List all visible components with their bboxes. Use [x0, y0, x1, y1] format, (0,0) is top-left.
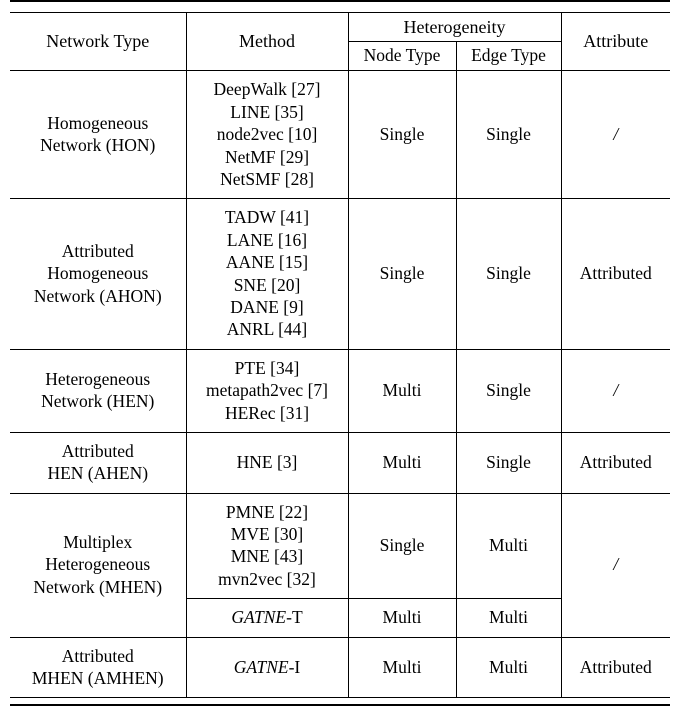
cell-network-type: Heterogeneous Network (HEN) [10, 349, 186, 432]
network-type-line: Homogeneous [47, 113, 149, 133]
network-type-line: Attributed [61, 440, 134, 461]
cell-method: PTE [34] metapath2vec [7] HERec [31] [185, 349, 348, 433]
cell-edge-type: Multi [455, 637, 561, 698]
network-type-line: Homogeneous [47, 263, 149, 284]
cell-edge-type: Single [455, 198, 561, 350]
cell-node-type: Multi [347, 432, 456, 494]
cell-network-type: Attributed MHEN (AMHEN) [10, 637, 186, 698]
cell-method: GATNE-I [185, 637, 348, 698]
network-type-line: Attributed [61, 645, 134, 666]
table-row: Heterogeneous Network (HEN) PTE [34] met… [10, 349, 670, 433]
method-item: HNE [3] [236, 452, 298, 473]
cell-edge-type: Multi [455, 493, 561, 599]
cell-network-type: Attributed Homogeneous Network (AHON) [10, 199, 186, 349]
header-network-type: Network Type [46, 30, 150, 51]
method-name-suffix: -I [288, 656, 301, 677]
cell-edge-type: Single [455, 432, 561, 494]
method-item: MNE [43] [230, 546, 304, 567]
cell-network-type: Multiplex Heterogeneous Network (MHEN) [10, 493, 186, 637]
method-item: SNE [20] [233, 274, 301, 295]
method-name-suffix: -T [286, 607, 303, 628]
method-item: LINE [35] [230, 101, 304, 122]
table-row: Attributed MHEN (AMHEN) GATNE-I Multi Mu… [10, 637, 670, 698]
cell-edge-type: Single [455, 349, 561, 433]
table-row: Homogeneous Network (HON) DeepWalk [27] … [10, 70, 670, 199]
table-row: Attributed Homogeneous Network (AHON) TA… [10, 198, 670, 350]
method-item: NetMF [29] [224, 146, 310, 167]
top-rule-second [10, 5, 670, 13]
method-item: ANRL [44] [226, 319, 308, 340]
method-item: DeepWalk [27] [213, 79, 321, 100]
network-type-line: Network (AHON) [33, 285, 162, 306]
header-heterogeneity: Heterogeneity [347, 12, 561, 43]
method-item: metapath2vec [7] [206, 380, 328, 401]
cell-edge-type: Single [455, 70, 561, 199]
cell-node-type: Single [347, 198, 456, 350]
method-item: MVE [30] [230, 524, 304, 545]
cell-method: PMNE [22] MVE [30] MNE [43] mvn2vec [32] [185, 493, 348, 599]
method-item: TADW [41] [224, 207, 310, 228]
header-edge-type: Edge Type [455, 41, 561, 71]
method-item: node2vec [10] [216, 124, 318, 145]
method-item: LANE [16] [226, 229, 308, 250]
cell-node-type: Multi [347, 349, 456, 433]
network-type-line: Attributed [61, 240, 134, 261]
cell-attribute: Attributed [560, 637, 670, 698]
cell-node-type: Multi [347, 637, 456, 698]
network-type-line: MHEN (AMHEN) [31, 668, 164, 689]
method-item: NetSMF [28] [220, 168, 314, 189]
table-container: Network Type Method Heterogeneity Attrib… [0, 0, 680, 706]
network-type-line: Network (HON) [40, 135, 156, 156]
method-item: DANE [9] [230, 296, 304, 317]
header-node-type: Node Type [347, 41, 456, 71]
cell-node-type: Single [347, 493, 456, 599]
network-type-line: HEN (AHEN) [47, 463, 149, 484]
method-item: PMNE [22] [225, 501, 309, 522]
network-type-line: Network (MHEN) [33, 576, 163, 597]
method-name-italic: GATNE [233, 656, 289, 677]
cell-method: DeepWalk [27] LINE [35] node2vec [10] Ne… [185, 70, 348, 199]
method-item: mvn2vec [32] [218, 568, 316, 589]
method-item: PTE [34] [234, 357, 300, 378]
network-type-line: Multiplex [63, 532, 133, 553]
cell-network-type: Homogeneous Network (HON) [10, 71, 186, 199]
network-type-line: Heterogeneous [45, 554, 151, 575]
method-item: HERec [31] [224, 402, 310, 423]
network-type-line: Heterogeneous [45, 368, 151, 389]
cell-method: TADW [41] LANE [16] AANE [15] SNE [20] D… [185, 198, 348, 350]
cell-method: HNE [3] [185, 432, 348, 494]
table-header-row: Network Type Method Heterogeneity Attrib… [10, 12, 670, 71]
method-name-italic: GATNE [231, 607, 287, 628]
cell-network-type: Attributed HEN (AHEN) [10, 432, 186, 493]
bottom-rule-thick [10, 703, 670, 706]
cell-attribute: Attributed [560, 432, 670, 494]
cell-node-type: Single [347, 70, 456, 199]
cell-edge-type: Multi [455, 598, 561, 638]
network-embedding-methods-table: Network Type Method Heterogeneity Attrib… [10, 0, 670, 706]
cell-node-type: Multi [347, 598, 456, 638]
cell-attribute: / [560, 70, 670, 199]
cell-attribute: Attributed [560, 198, 670, 350]
cell-method: GATNE-T [185, 598, 348, 638]
header-attribute: Attribute [560, 12, 670, 71]
network-type-line: Network (HEN) [41, 391, 155, 412]
header-method: Method [185, 12, 348, 71]
table-row: Attributed HEN (AHEN) HNE [3] Multi Sing… [10, 432, 670, 494]
table-row: Multiplex Heterogeneous Network (MHEN) P… [10, 493, 670, 638]
cell-attribute: / [560, 349, 670, 433]
method-item: AANE [15] [225, 252, 309, 273]
cell-attribute: / [560, 493, 670, 638]
